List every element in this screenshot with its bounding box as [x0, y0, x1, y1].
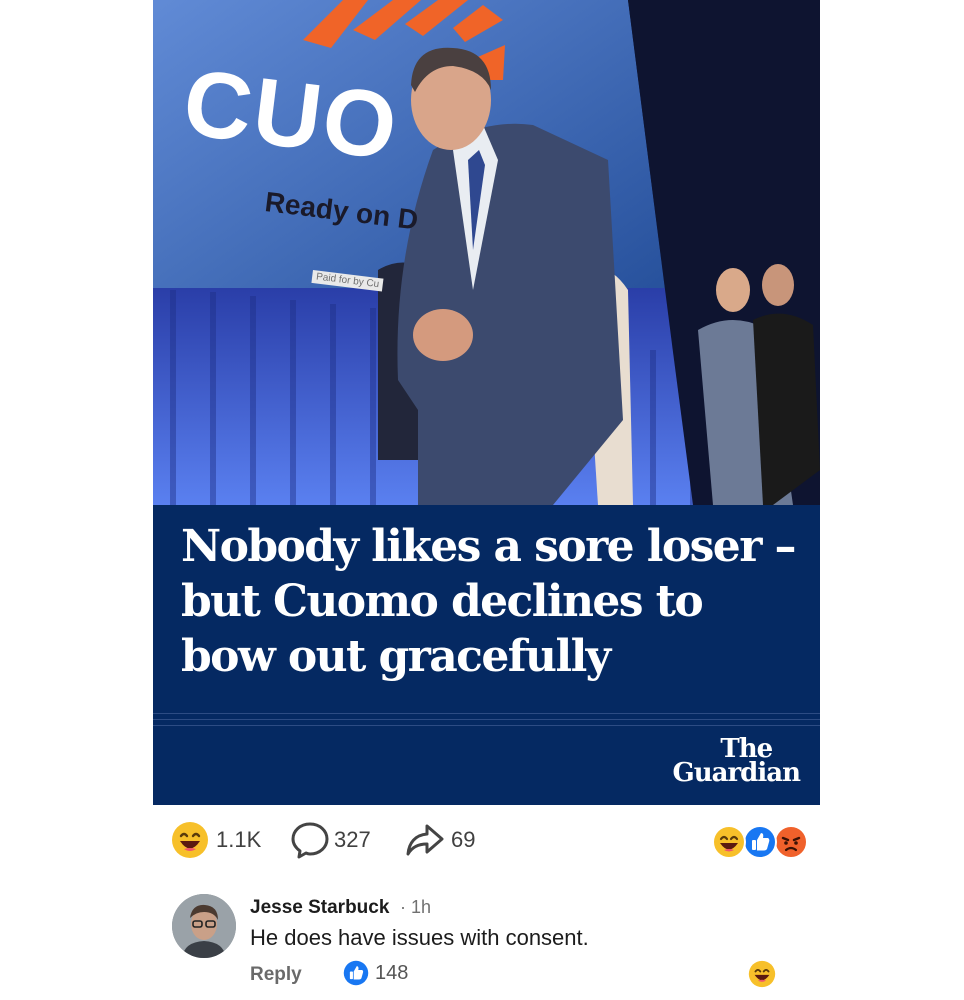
post-image[interactable]: CUO Ready on D Paid for by Cu Nobody lik… — [153, 0, 820, 805]
reactions-button[interactable]: 1.1K — [170, 815, 261, 865]
avatar[interactable] — [172, 894, 236, 958]
comment-bubble-icon — [291, 822, 329, 859]
reactions-count: 1.1K — [216, 827, 262, 852]
avatar-image — [172, 894, 236, 958]
guardian-logo: The Guardian — [672, 736, 801, 788]
comment-author[interactable]: Jesse Starbuck — [250, 897, 389, 919]
headline-panel: Nobody likes a sore loser – but Cuomo de… — [153, 505, 820, 805]
news-photo: CUO Ready on D Paid for by Cu — [153, 0, 820, 505]
comment-like-number: 148 — [375, 961, 409, 984]
thumbs-up-icon — [343, 960, 369, 986]
share-arrow-icon — [406, 824, 444, 856]
divider — [153, 719, 820, 720]
laughing-emoji-icon — [712, 825, 746, 859]
comment-like-count[interactable]: 148 — [343, 960, 408, 986]
laughing-emoji-icon — [172, 822, 208, 858]
headline: Nobody likes a sore loser – but Cuomo de… — [181, 521, 797, 682]
comment-text: He does have issues with consent. — [250, 925, 589, 950]
thumbs-up-icon — [743, 825, 777, 859]
comments-count: 327 — [334, 827, 371, 852]
share-button[interactable]: 69 — [405, 815, 475, 865]
laughing-emoji-icon — [748, 960, 776, 988]
divider — [153, 725, 820, 726]
comment-time: · 1h — [400, 897, 432, 917]
angry-emoji-icon — [774, 825, 808, 859]
comments-button[interactable]: 327 — [290, 815, 371, 865]
reply-button[interactable]: Reply — [250, 964, 302, 986]
reaction-summary[interactable] — [712, 825, 808, 859]
guardian-logo-line2: Guardian — [672, 758, 801, 788]
post-actions-bar: 1.1K 327 69 — [0, 815, 964, 865]
shares-count: 69 — [451, 827, 476, 852]
divider — [153, 713, 820, 714]
comment-react-button[interactable] — [748, 960, 776, 993]
comment: Jesse Starbuck · 1h He does have issues … — [0, 880, 964, 1000]
